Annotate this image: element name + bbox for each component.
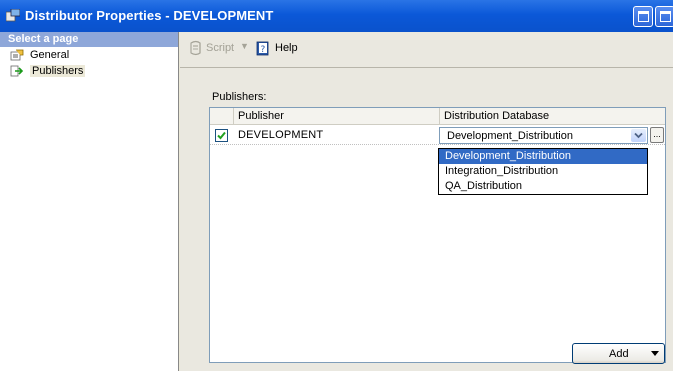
select-page-header: Select a page: [0, 32, 178, 47]
svg-text:?: ?: [261, 45, 266, 55]
dropdown-option[interactable]: Integration_Distribution: [439, 164, 647, 179]
toolbar: Script ▼ ? Help: [180, 32, 673, 68]
dropdown-option[interactable]: QA_Distribution: [439, 179, 647, 194]
help-book-icon: ?: [256, 41, 269, 56]
content-pane: Script ▼ ? Help Publishers: Publisher Di…: [180, 32, 673, 371]
minimize-button[interactable]: [633, 6, 653, 27]
window-glyph-icon: [660, 11, 671, 22]
nav-item-label: Publishers: [30, 65, 86, 77]
distribution-database-select[interactable]: Development_Distribution: [439, 127, 648, 144]
publisher-enabled-checkbox[interactable]: [215, 129, 228, 142]
publishers-label: Publishers:: [212, 91, 267, 103]
script-icon: [190, 40, 201, 56]
publisher-name: DEVELOPMENT: [238, 129, 324, 141]
dropdown-option[interactable]: Development_Distribution: [439, 149, 647, 164]
window-glyph-icon: [638, 11, 649, 22]
table-row: DEVELOPMENT Development_Distribution ...: [210, 126, 665, 145]
dropdown-button[interactable]: [631, 129, 646, 142]
page-selector-pane: Select a page General Publishers: [0, 32, 179, 371]
title-bar: Distributor Properties - DEVELOPMENT: [0, 0, 673, 32]
page-arrow-icon: [10, 65, 24, 77]
nav-item-label: General: [30, 49, 70, 61]
add-button-label: Add: [609, 348, 629, 360]
maximize-button[interactable]: [655, 6, 673, 27]
chevron-down-icon: [634, 132, 643, 139]
script-label: Script: [206, 42, 235, 54]
ellipsis-button[interactable]: ...: [650, 127, 664, 143]
nav-item-general[interactable]: General: [0, 47, 178, 63]
column-header-distribution-database: Distribution Database: [444, 110, 550, 122]
script-dropdown-arrow-icon[interactable]: ▼: [240, 41, 249, 51]
grid-header: Publisher Distribution Database: [210, 108, 665, 125]
app-icon: [6, 9, 20, 22]
distribution-database-dropdown-list: Development_Distribution Integration_Dis…: [438, 148, 648, 195]
nav-item-publishers[interactable]: Publishers: [0, 63, 178, 79]
help-button[interactable]: ? Help: [255, 39, 298, 57]
add-button[interactable]: Add: [572, 343, 665, 364]
script-button[interactable]: Script: [188, 39, 234, 57]
column-header-checkbox: [210, 108, 234, 125]
window-title: Distributor Properties - DEVELOPMENT: [25, 8, 274, 23]
help-label: Help: [275, 42, 298, 54]
page-properties-icon: [10, 49, 24, 61]
publishers-grid: Publisher Distribution Database DEVELOPM…: [209, 107, 666, 363]
checkmark-icon: [217, 131, 226, 140]
dropdown-arrow-icon: [651, 351, 659, 356]
selected-database: Development_Distribution: [447, 130, 573, 142]
column-header-publisher: Publisher: [234, 108, 440, 125]
